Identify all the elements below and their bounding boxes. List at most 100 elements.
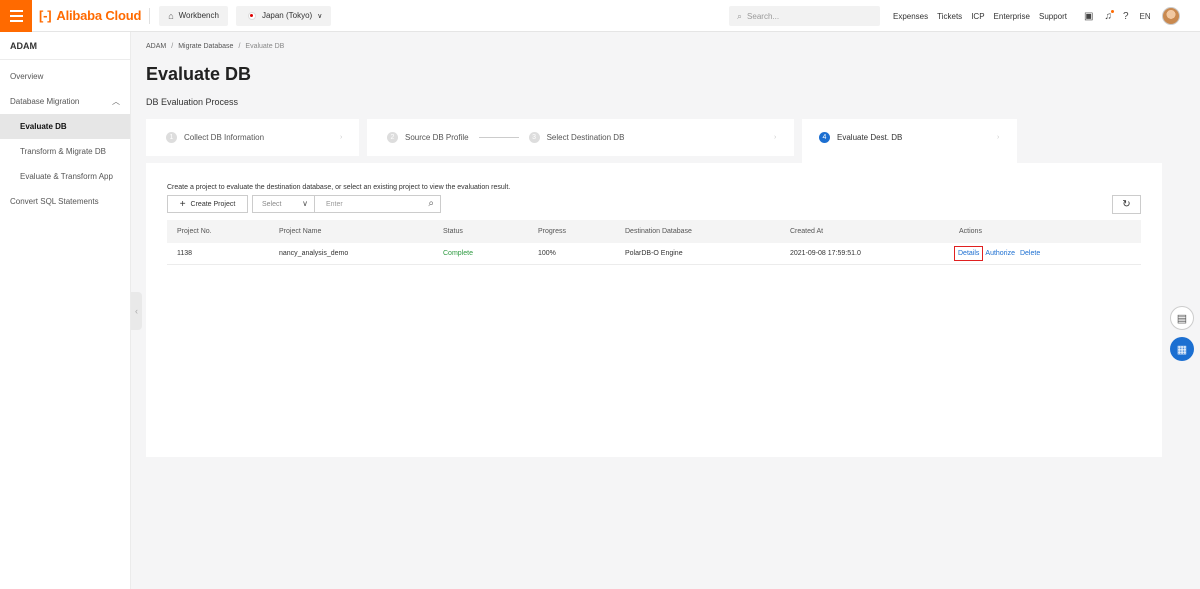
header-project-no: Project No.	[177, 228, 212, 235]
sidebar: ADAM Overview Database Migration ︿ Evalu…	[0, 32, 131, 589]
expenses-link[interactable]: Expenses	[893, 12, 928, 21]
language-switch[interactable]: EN	[1140, 12, 1151, 21]
terminal-icon[interactable]: ▣	[1084, 11, 1093, 22]
filter-input[interactable]: Enter ⌕	[315, 195, 441, 213]
bell-icon[interactable]: ♫	[1104, 9, 1114, 22]
sidebar-item-database-migration[interactable]: Database Migration ︿	[0, 89, 130, 114]
step-source-db-profile[interactable]: 2 Source DB Profile 3 Select Destination…	[367, 119, 794, 156]
apps-icon: ▦	[1176, 343, 1188, 356]
sidebar-collapse-handle[interactable]: ‹	[131, 292, 142, 330]
top-links: Expenses Tickets ICP Enterprise Support	[893, 0, 1076, 32]
icp-link[interactable]: ICP	[971, 12, 984, 21]
step-connector	[478, 137, 519, 138]
enterprise-link[interactable]: Enterprise	[994, 12, 1030, 21]
breadcrumb: ADAM / Migrate Database / Evaluate DB	[146, 43, 285, 50]
cell-created-at: 2021-09-08 17:59:51.0	[790, 250, 861, 257]
header-actions: Actions	[959, 228, 982, 235]
sidebar-item-label: Transform & Migrate DB	[20, 147, 106, 156]
sidebar-item-evaluate-transform-app[interactable]: Evaluate & Transform App	[0, 164, 130, 189]
table-row: 1138 nancy_analysis_demo Complete 100% P…	[167, 243, 1141, 265]
step-label: Collect DB Information	[184, 133, 265, 142]
step-number: 3	[528, 132, 540, 143]
top-bar: [-] Alibaba Cloud ⌂ Workbench Japan (Tok…	[0, 0, 1200, 32]
chevron-right-icon: ›	[340, 134, 343, 141]
region-label: Japan (Tokyo)	[261, 11, 313, 20]
step-evaluate-dest-db[interactable]: 4 Evaluate Dest. DB ›	[802, 119, 1017, 163]
sidebar-item-transform-migrate-db[interactable]: Transform & Migrate DB	[0, 139, 130, 164]
page-subtitle: DB Evaluation Process	[146, 97, 239, 107]
step-number: 2	[387, 132, 398, 143]
sidebar-item-convert-sql[interactable]: Convert SQL Statements	[0, 189, 130, 214]
sidebar-item-evaluate-db[interactable]: Evaluate DB	[0, 114, 130, 139]
step-number: 4	[819, 132, 830, 143]
header-destination: Destination Database	[625, 228, 692, 235]
cell-progress: 100%	[538, 250, 556, 257]
chat-icon: ▤	[1176, 312, 1188, 325]
brand-name: Alibaba Cloud	[56, 8, 142, 23]
avatar[interactable]	[1161, 7, 1180, 25]
workbench-label: Workbench	[178, 11, 219, 20]
cell-status: Complete	[443, 250, 473, 257]
search-icon[interactable]: ⌕	[428, 198, 434, 209]
header-progress: Progress	[538, 228, 567, 235]
search-input[interactable]: ⌕ Search...	[729, 6, 880, 26]
divider	[149, 7, 151, 24]
top-icons: ▣ ♫ ? EN	[1084, 0, 1180, 32]
sidebar-item-label: Database Migration	[10, 97, 80, 106]
logo-mark-icon: [-]	[39, 8, 52, 23]
cell-destination: PolarDB-O Engine	[625, 250, 683, 257]
sidebar-item-label: Overview	[10, 72, 44, 81]
create-project-button[interactable]: + Create Project	[167, 195, 248, 213]
home-icon: ⌂	[168, 10, 174, 21]
step-number: 1	[166, 132, 177, 143]
filter-placeholder: Enter	[326, 200, 343, 208]
step-label: Select Destination DB	[546, 133, 625, 142]
authorize-link[interactable]: Authorize	[985, 250, 1015, 257]
header-created-at: Created At	[790, 228, 824, 235]
filter-select[interactable]: Select ∨	[252, 195, 315, 213]
tickets-link[interactable]: Tickets	[937, 12, 962, 21]
sidebar-title: ADAM	[0, 32, 130, 60]
projects-table: Project No. Project Name Status Progress…	[167, 220, 1141, 265]
select-placeholder: Select	[262, 200, 282, 208]
refresh-button[interactable]: ↻	[1112, 195, 1141, 214]
support-link[interactable]: Support	[1039, 12, 1067, 21]
menu-icon[interactable]	[0, 0, 32, 32]
help-icon[interactable]: ?	[1123, 11, 1129, 22]
step-label: Source DB Profile	[405, 133, 469, 142]
search-placeholder: Search...	[747, 11, 780, 21]
refresh-icon: ↻	[1122, 199, 1131, 210]
header-status: Status	[443, 228, 463, 235]
chevron-down-icon: ∨	[317, 12, 323, 20]
cell-actions: Details Authorize Delete	[954, 246, 1045, 261]
chevron-right-icon: ›	[774, 134, 777, 141]
chevron-right-icon: ›	[997, 134, 1000, 141]
japan-flag-icon	[247, 11, 256, 20]
cell-project-no: 1138	[177, 250, 193, 257]
sidebar-item-label: Evaluate & Transform App	[20, 172, 113, 181]
page-title: Evaluate DB	[146, 64, 252, 84]
create-project-label: Create Project	[190, 200, 236, 208]
apps-button[interactable]: ▦	[1170, 337, 1194, 361]
search-icon: ⌕	[737, 10, 743, 21]
evaluation-steps: 1 Collect DB Information › 2 Source DB P…	[146, 119, 1162, 163]
table-header: Project No. Project Name Status Progress…	[167, 220, 1141, 243]
sidebar-item-label: Evaluate DB	[20, 122, 67, 131]
breadcrumb-migrate-database[interactable]: Migrate Database	[178, 43, 233, 50]
breadcrumb-adam[interactable]: ADAM	[146, 43, 166, 50]
alibaba-cloud-logo[interactable]: [-] Alibaba Cloud	[39, 8, 141, 23]
chevron-up-icon: ︿	[112, 97, 120, 106]
step-collect-db-info[interactable]: 1 Collect DB Information ›	[146, 119, 359, 156]
delete-link[interactable]: Delete	[1020, 250, 1040, 257]
step-label: Evaluate Dest. DB	[837, 133, 903, 142]
chat-button[interactable]: ▤	[1170, 306, 1194, 330]
chevron-down-icon: ∨	[302, 199, 308, 208]
region-selector[interactable]: Japan (Tokyo) ∨	[235, 5, 332, 26]
cell-project-name: nancy_analysis_demo	[279, 250, 349, 257]
sidebar-item-overview[interactable]: Overview	[0, 64, 130, 89]
chevron-left-icon: ‹	[135, 306, 138, 316]
details-link[interactable]: Details	[954, 246, 984, 261]
plus-icon: +	[179, 198, 186, 210]
workbench-button[interactable]: ⌂ Workbench	[159, 5, 228, 26]
panel-description: Create a project to evaluate the destina…	[167, 184, 511, 191]
